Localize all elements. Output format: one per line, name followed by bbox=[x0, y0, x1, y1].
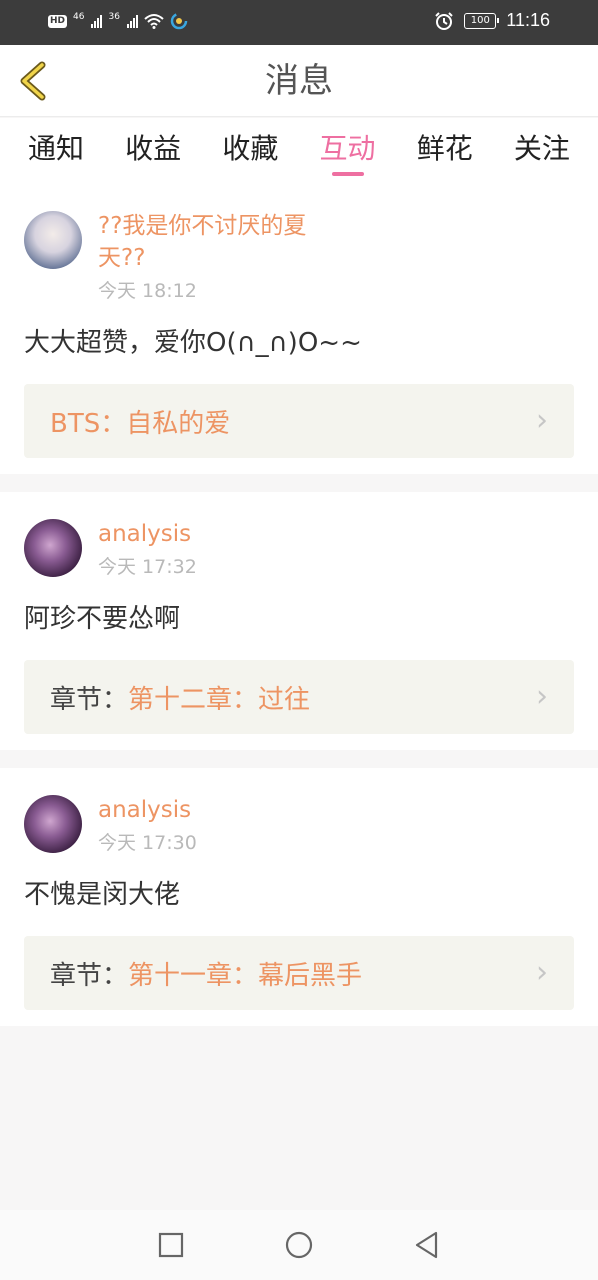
message-card: analysis 今天 17:30 不愧是闵大佬 章节： 第十一章：幕后黑手 › bbox=[0, 768, 598, 1026]
system-nav-bar bbox=[0, 1210, 598, 1280]
back-nav-icon[interactable] bbox=[412, 1230, 442, 1260]
message-card: analysis 今天 17:32 阿珍不要怂啊 章节： 第十二章：过往 › bbox=[0, 492, 598, 750]
battery-icon: 100 bbox=[464, 12, 500, 29]
message-header: analysis 今天 17:32 bbox=[24, 518, 574, 580]
status-bar: HD 46 36 100 11:16 bbox=[0, 0, 598, 45]
reference-chapter: 第十一章：幕后黑手 bbox=[128, 960, 363, 991]
tab-interactions[interactable]: 互动 bbox=[316, 118, 380, 184]
chevron-right-icon: › bbox=[536, 955, 548, 990]
status-right: 100 11:16 bbox=[434, 10, 550, 31]
reference-link[interactable]: 章节： 第十二章：过往 › bbox=[24, 660, 574, 734]
tab-earnings[interactable]: 收益 bbox=[121, 118, 185, 184]
signal-icon bbox=[91, 14, 103, 28]
message-card: ??我是你不讨厌的夏天?? 今天 18:12 大大超赞，爱你O(∩_∩)O~~ … bbox=[0, 184, 598, 474]
signal-icon-2 bbox=[126, 14, 138, 28]
reference-label: 章节： bbox=[50, 684, 129, 715]
reference-link[interactable]: BTS：自私的爱 › bbox=[24, 384, 574, 458]
status-left: HD 46 36 bbox=[48, 12, 188, 30]
alarm-icon bbox=[435, 11, 453, 30]
tab-following[interactable]: 关注 bbox=[510, 118, 574, 184]
username[interactable]: analysis bbox=[98, 794, 338, 826]
hd-badge: HD bbox=[48, 14, 68, 28]
message-header: ??我是你不讨厌的夏天?? 今天 18:12 bbox=[24, 210, 574, 304]
timestamp: 今天 17:32 bbox=[98, 556, 197, 578]
chevron-right-icon: › bbox=[536, 403, 548, 438]
timestamp: 今天 18:12 bbox=[98, 280, 197, 302]
reference-chapter: 第十二章：过往 bbox=[128, 684, 311, 715]
username[interactable]: analysis bbox=[98, 518, 338, 550]
tab-notifications[interactable]: 通知 bbox=[24, 118, 88, 184]
page-title: 消息 bbox=[265, 61, 333, 101]
network-type-2: 36 bbox=[108, 11, 120, 22]
tab-favorites[interactable]: 收藏 bbox=[218, 118, 282, 184]
home-icon[interactable] bbox=[284, 1230, 314, 1260]
wifi-icon bbox=[144, 14, 164, 29]
tab-bar: 通知 收益 收藏 互动 鲜花 关注 bbox=[0, 118, 598, 184]
avatar[interactable] bbox=[24, 795, 82, 853]
reference-book: BTS：自私的爱 bbox=[50, 408, 231, 439]
comment-text: 阿珍不要怂啊 bbox=[24, 604, 181, 634]
app-notification-icon bbox=[170, 12, 188, 30]
message-meta: analysis 今天 17:30 bbox=[98, 794, 574, 856]
message-meta: ??我是你不讨厌的夏天?? 今天 18:12 bbox=[98, 210, 574, 304]
comment-text: 大大超赞，爱你O(∩_∩)O~~ bbox=[24, 328, 362, 358]
comment-text: 不愧是闵大佬 bbox=[24, 880, 181, 910]
tab-flowers[interactable]: 鲜花 bbox=[413, 118, 477, 184]
message-list: ??我是你不讨厌的夏天?? 今天 18:12 大大超赞，爱你O(∩_∩)O~~ … bbox=[0, 184, 598, 1044]
recents-icon[interactable] bbox=[156, 1230, 186, 1260]
avatar[interactable] bbox=[24, 519, 82, 577]
timestamp: 今天 17:30 bbox=[98, 832, 197, 854]
username[interactable]: ??我是你不讨厌的夏天?? bbox=[98, 210, 338, 274]
avatar[interactable] bbox=[24, 211, 82, 269]
message-meta: analysis 今天 17:32 bbox=[98, 518, 574, 580]
reference-label: 章节： bbox=[50, 960, 129, 991]
message-header: analysis 今天 17:30 bbox=[24, 794, 574, 856]
reference-link[interactable]: 章节： 第十一章：幕后黑手 › bbox=[24, 936, 574, 1010]
chevron-right-icon: › bbox=[536, 679, 548, 714]
clock: 11:16 bbox=[506, 10, 550, 30]
network-type-1: 46 bbox=[73, 11, 85, 22]
header: 消息 bbox=[0, 45, 598, 117]
